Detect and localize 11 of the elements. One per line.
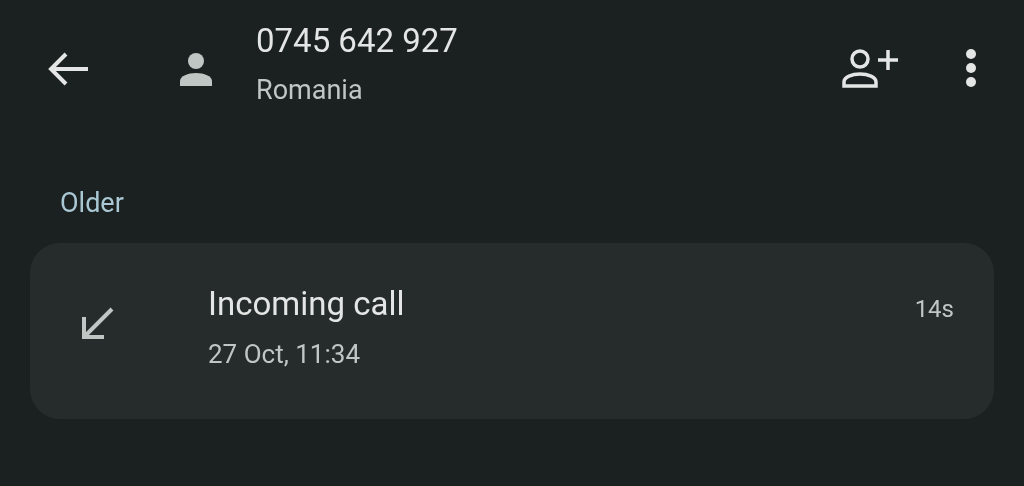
call-card[interactable]: Incoming call 27 Oct, 11:34 14s (30, 243, 994, 419)
person-icon (178, 52, 214, 86)
location-label: Romania (256, 73, 364, 108)
section-heading: Older (60, 186, 124, 221)
add-contact-icon[interactable] (842, 48, 900, 88)
back-arrow-icon[interactable] (46, 50, 90, 88)
call-duration: 14s (914, 294, 954, 325)
more-options-icon[interactable] (964, 48, 978, 88)
phone-number: 0745 642 927 (256, 20, 458, 62)
call-type: Incoming call (208, 283, 406, 325)
call-time: 27 Oct, 11:34 (208, 338, 361, 371)
